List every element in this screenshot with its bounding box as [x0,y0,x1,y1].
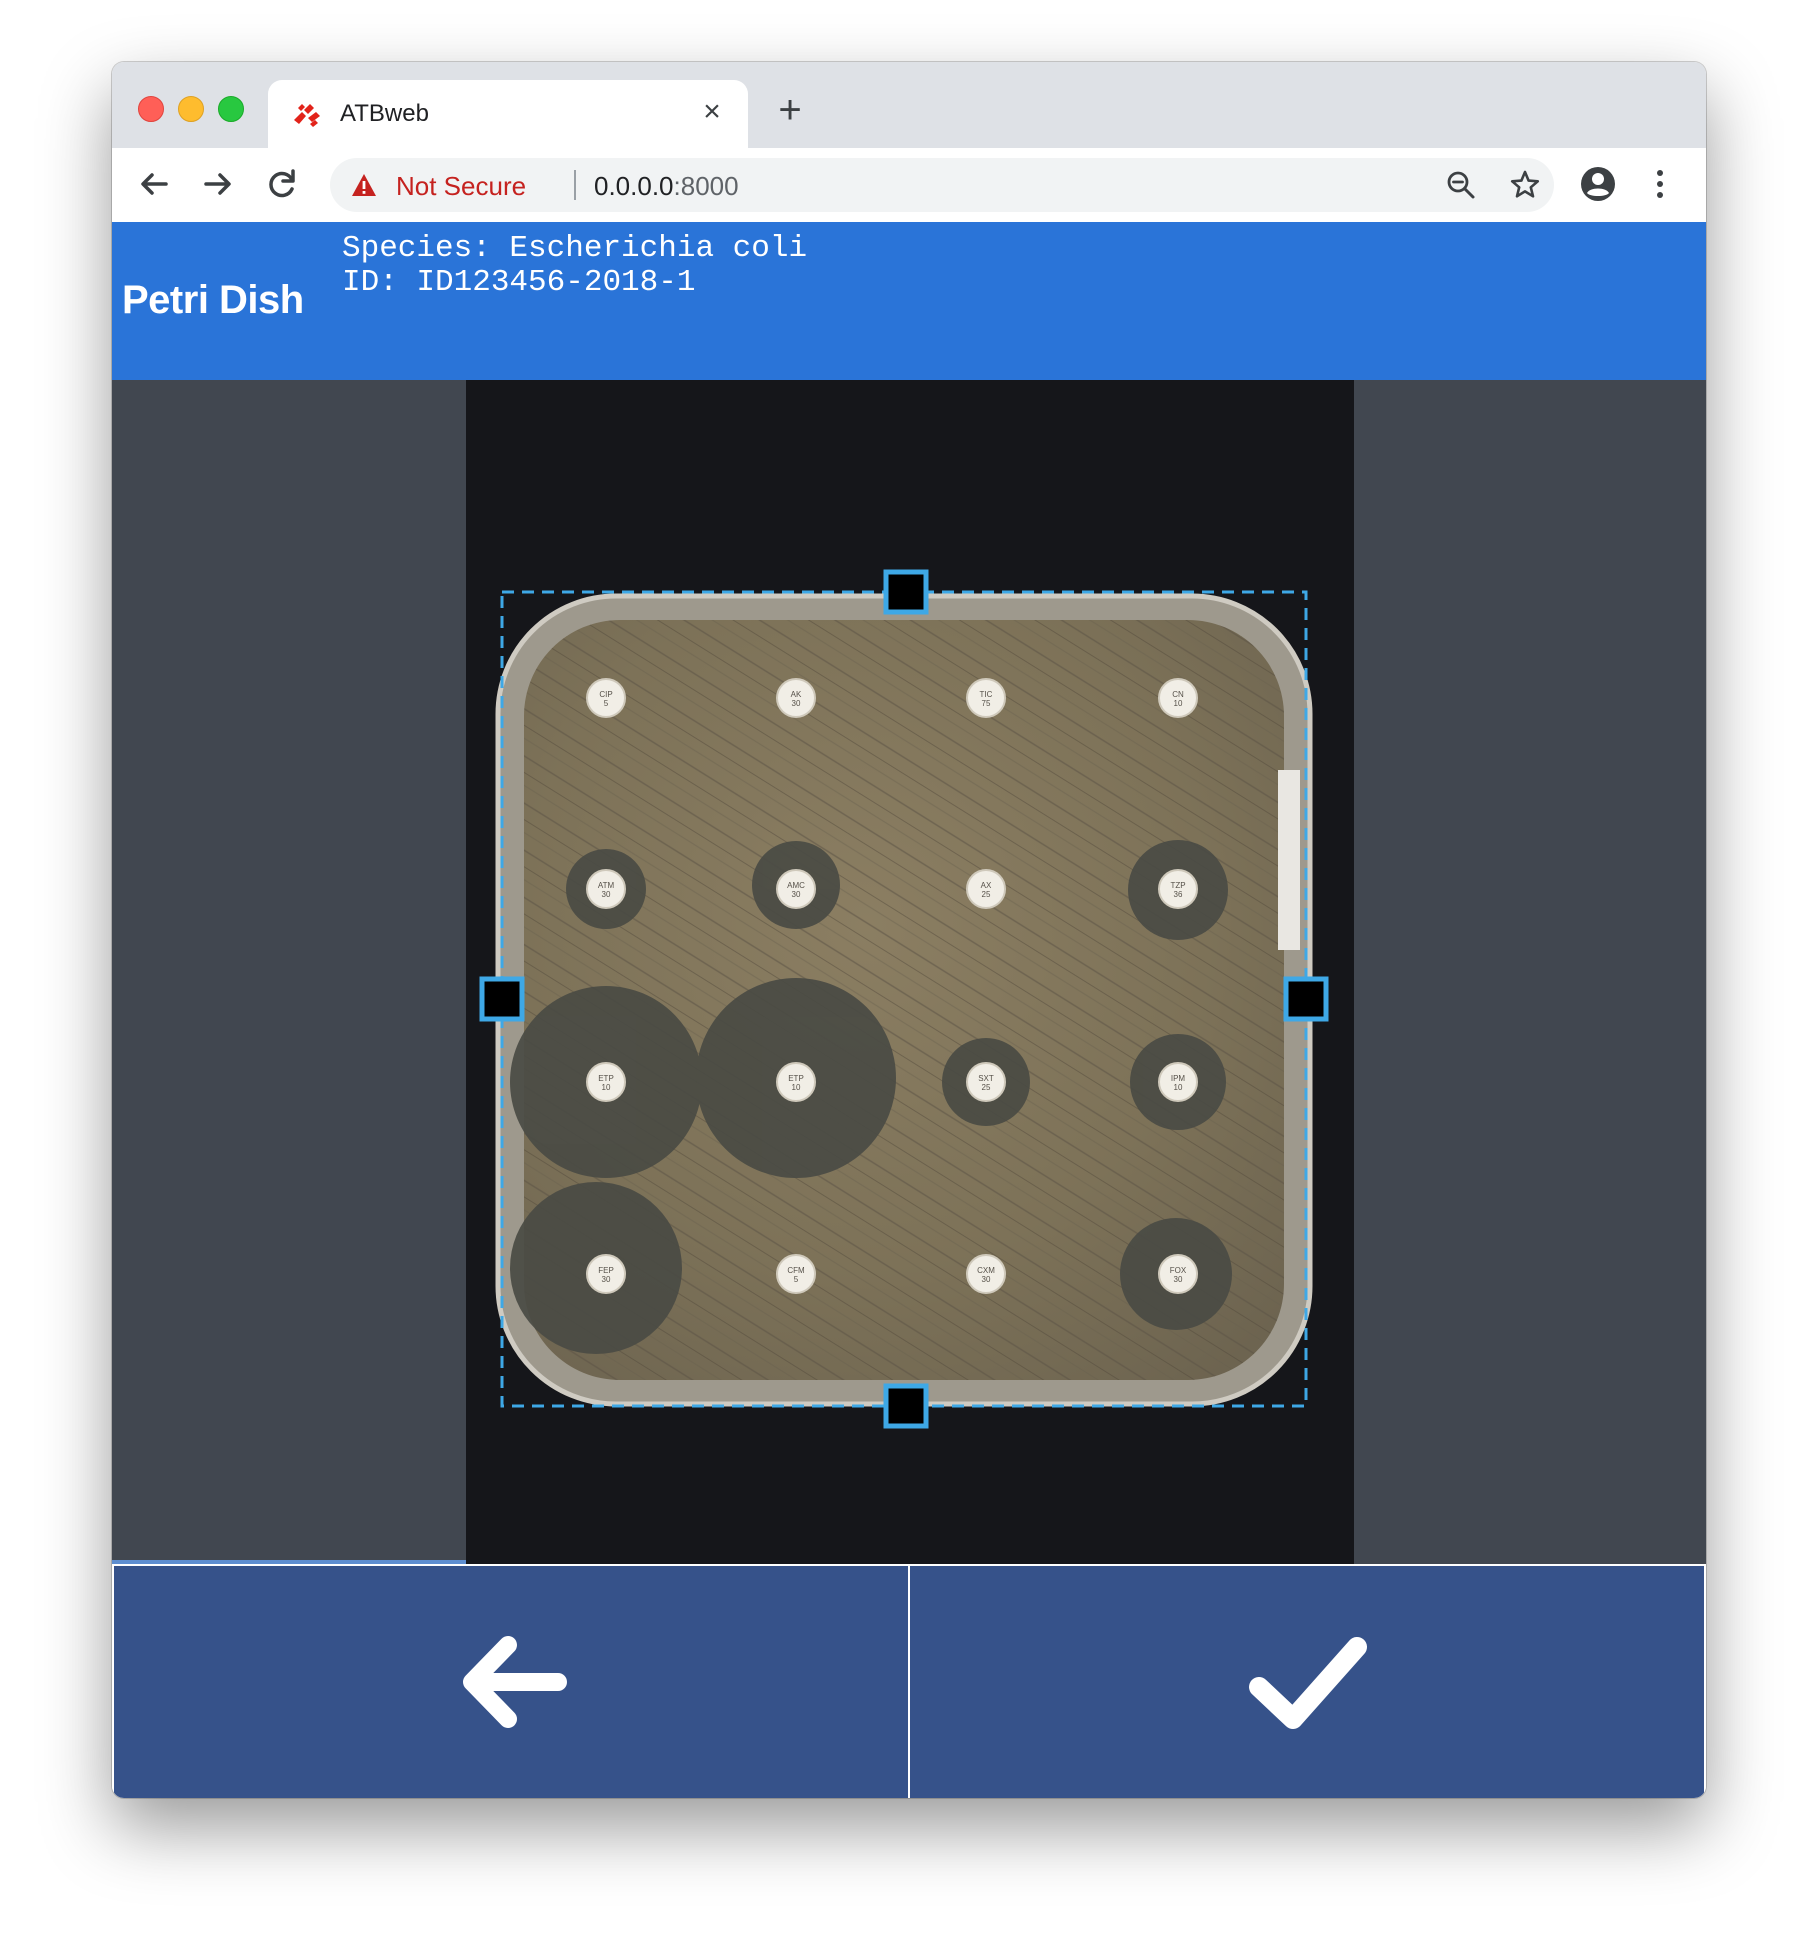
disk-label-dose: 10 [602,1083,611,1092]
antibiotic-disk: FOX30 [1158,1254,1198,1294]
profile-button[interactable] [1576,162,1620,206]
disk-label: SXT [978,1074,994,1083]
disk-label: TIC [980,690,993,699]
antibiotic-disk: AMC30 [776,869,816,909]
disk-label-dose: 10 [792,1083,801,1092]
antibiotic-disk: AK30 [776,678,816,718]
antibiotic-disk: FEP30 [586,1254,626,1294]
antibiotic-disk: TIC75 [966,678,1006,718]
warning-icon [352,174,376,196]
disk-label-dose: 30 [792,890,801,899]
action-bar [112,1564,1706,1798]
disk-label-dose: 30 [792,699,801,708]
address-bar[interactable]: Not Secure 0.0.0.0:8000 [330,158,1554,212]
app-header: Petri Dish Species: Escherichia coli ID: … [112,222,1706,380]
disk-label: ETP [598,1074,614,1083]
checkmark-icon [1249,1637,1367,1729]
antibiotic-disk: CXM30 [966,1254,1006,1294]
star-icon [1510,170,1540,198]
antibiotic-disk: ETP10 [586,1062,626,1102]
disk-label-dose: 5 [604,699,609,708]
disk-label: AX [981,881,992,890]
tab-atbweb[interactable]: ATBweb × [268,80,748,148]
url-port: :8000 [673,171,739,201]
disk-label-dose: 36 [1174,890,1183,899]
zoom-out-icon [1447,171,1475,199]
antibiotic-disk: IPM10 [1158,1062,1198,1102]
antibiotic-disk: CIP5 [586,678,626,718]
disk-label: CN [1172,690,1184,699]
antibiotic-disk: CN10 [1158,678,1198,718]
antibiotic-disk: TZP36 [1158,869,1198,909]
disk-label-dose: 30 [982,1275,991,1284]
petri-dish-image[interactable]: CIP 5 AK 30 TIC 75 CN 10 ATM 30 AMC 30 AX 25 TZP 36 ETP 1… [466,380,1354,1564]
reload-button[interactable] [258,160,306,208]
more-vertical-icon [1657,170,1663,198]
disk-label-dose: 30 [1174,1275,1183,1284]
petri-dish-photo: CIP5AK30TIC75CN10ATM30AMC30AX25TZP36ETP1… [479,569,1329,1429]
sample-id-label: ID: ID123456-2018-1 [342,265,696,300]
species-label: Species: Escherichia coli [342,231,808,266]
disk-label: AK [791,690,802,699]
antibiotic-disk: SXT25 [966,1062,1006,1102]
url-host: 0.0.0.0 [594,171,674,201]
tab-strip: ATBweb × + [112,62,1706,148]
disk-label: CXM [977,1266,995,1275]
disk-label: FOX [1170,1266,1187,1275]
bookmark-button[interactable] [1508,168,1542,202]
minimize-window-button[interactable] [178,96,204,122]
omnibox-divider [574,170,576,200]
page-title: Petri Dish [122,278,304,322]
disk-label-dose: 30 [602,890,611,899]
browser-window: ATBweb × + Not Secure 0.0.0.0:8000 Petri… [112,62,1706,1798]
disk-label: FEP [598,1266,614,1275]
disk-label-dose: 75 [982,699,991,708]
browser-menu-button[interactable] [1638,162,1682,206]
disk-label: AMC [787,881,805,890]
confirm-button[interactable] [910,1566,1704,1798]
disk-label-dose: 5 [794,1275,799,1284]
forward-nav-button[interactable] [194,160,242,208]
arrow-back-icon [141,173,168,195]
disk-label-dose: 25 [982,1083,991,1092]
url-text[interactable]: 0.0.0.0:8000 [594,171,739,202]
zoom-button[interactable] [1444,168,1478,202]
disk-label: CFM [787,1266,805,1275]
disk-label: ETP [788,1074,804,1083]
reload-icon [269,169,295,198]
antibiotic-disk: AX25 [966,869,1006,909]
browser-toolbar: Not Secure 0.0.0.0:8000 [112,148,1706,223]
tab-title: ATBweb [340,100,429,127]
disk-label-dose: 30 [602,1275,611,1284]
disk-label-dose: 25 [982,890,991,899]
antibiotic-disk: CFM5 [776,1254,816,1294]
disk-label: ATM [598,881,615,890]
arrow-forward-icon [204,173,231,195]
disk-label: TZP [1170,881,1185,890]
maximize-window-button[interactable] [218,96,244,122]
security-status[interactable]: Not Secure [396,171,526,202]
back-button[interactable] [114,1566,908,1798]
close-window-button[interactable] [138,96,164,122]
account-circle-icon [1581,167,1615,201]
disk-label-dose: 10 [1174,699,1183,708]
image-workspace: CIP 5 AK 30 TIC 75 CN 10 ATM 30 AMC 30 AX 25 TZP 36 ETP 1… [112,380,1706,1564]
antibiotic-disk: ATM30 [586,869,626,909]
antibiotic-disk: ETP10 [776,1062,816,1102]
tab-close-icon[interactable]: × [694,94,730,130]
arrow-left-icon [463,1636,567,1728]
new-tab-button[interactable]: + [768,88,812,132]
disk-label-dose: 10 [1174,1083,1183,1092]
disk-label: IPM [1171,1074,1186,1083]
back-nav-button[interactable] [130,160,178,208]
sample-info: Species: Escherichia coli ID: ID123456-20… [342,232,807,300]
disk-label: CIP [599,690,612,699]
msf-logo-icon [294,104,320,127]
